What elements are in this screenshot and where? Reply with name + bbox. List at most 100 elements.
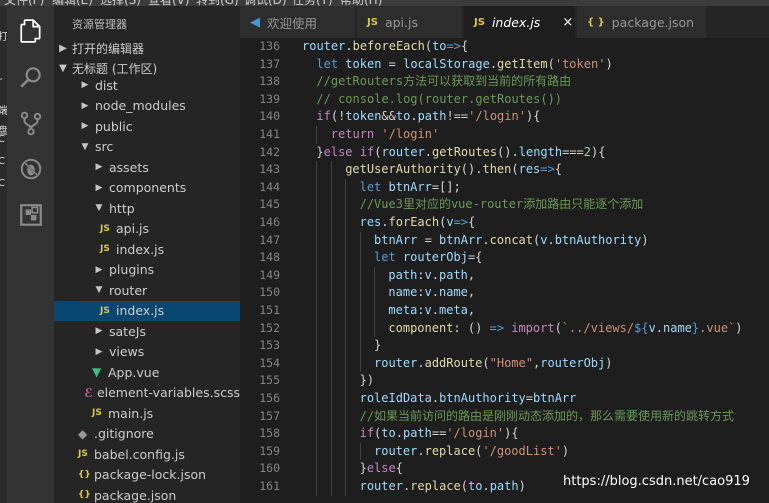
code-token: v [424,267,432,282]
indent-guide [330,284,332,302]
tab-welcome[interactable]: ◀ 欢迎使用 [240,6,356,38]
indent-guide [330,231,332,250]
code-line: router.replace('/goodList') [374,443,569,461]
indent-guide [359,302,361,320]
line-number: 136 [259,39,280,53]
line-number: 139 [259,91,280,106]
explorer-button[interactable] [7,8,54,54]
js-file-icon: JS [100,305,110,316]
tree-item-label: components [109,180,187,195]
code-token: . [655,320,663,335]
code-token: '/login' [381,127,440,141]
chevron-right-icon: ▶ [81,80,89,90]
code-token: router [374,443,418,458]
tree-file[interactable]: {} package.json [54,485,240,503]
code-token: v [648,320,656,335]
code-token: to [381,426,396,441]
indent-guide [345,478,347,496]
code-token: //getRouters方法可以获取到当前的所有路由 [316,74,572,89]
indent-guide [316,442,318,461]
code-token: btnAuthority [554,232,642,247]
code-token: localStorage [403,56,490,71]
tree-item-label: babel.config.js [94,446,185,462]
search-button[interactable] [7,54,54,100]
code-editor[interactable]: 136 router.beforeEach(to=>{137 let token =… [240,38,769,503]
json-icon: { } [587,16,605,28]
indent-guide [345,196,347,214]
code-token: , [467,267,476,282]
code-token: . [381,215,389,229]
tree-folder[interactable]: ▶ node_modules [54,96,240,116]
tree-folder[interactable]: ▶ public [54,116,240,136]
tree-file[interactable]: JS index.js [54,300,240,321]
tree-item-label: router [109,282,148,298]
activity-bar [7,6,54,503]
code-token: ( [511,162,519,177]
code-line: if(!token&&to.path!=='/login'){ [316,108,540,126]
js-file-icon: JS [92,408,102,418]
tree-file[interactable]: JS main.js [54,403,240,423]
code-token: && [381,109,396,124]
code-token: btnArr [533,391,577,405]
tree-file[interactable]: JS index.js [54,239,240,259]
workspace-label: 无标题 (工作区) [72,61,158,76]
debug-button[interactable] [7,146,54,192]
code-token: ${ [634,320,649,335]
code-token: { [554,162,562,177]
tree-file[interactable]: JS babel.config.js [54,444,240,464]
tab-package-json[interactable]: { } package.json [577,6,707,38]
tree-folder[interactable]: ▶ views [54,342,240,362]
code-token: ( [554,320,562,335]
js-icon: JS [367,16,378,28]
tree-folder[interactable]: ▼ router [54,280,240,300]
tree-folder[interactable]: ▶ sateJs [54,321,240,341]
code-line: } [374,337,381,355]
code-line: let token = localStorage.getItem('token'… [316,56,612,74]
code-token: . [424,144,433,159]
indent-guide [316,178,318,197]
code-line: getUserAuthority().then(res=>{ [345,161,562,179]
indent-guide [345,284,347,302]
close-icon[interactable]: × [562,15,573,30]
tree-item-label: plugins [109,262,155,277]
tree-folder[interactable]: ▶ components [54,178,240,198]
code-line: if(to.path=='/login'){ [360,425,519,443]
tree-folder[interactable]: ▼ http [54,198,240,218]
tree-file[interactable]: {} package-lock.json [54,465,240,485]
tree-file[interactable]: ℰelement-variables.scss [54,383,240,403]
tab-api-js[interactable]: JS api.js [357,6,463,38]
open-editors-section[interactable]: ▶ 打开的编辑器 [54,38,240,58]
js-file-icon: JS [78,449,88,459]
open-editors-label: 打开的编辑器 [72,41,145,56]
indent-guide [316,407,318,426]
indent-guide [330,407,332,426]
indent-guide [345,372,347,390]
indent-guide [316,249,318,267]
code-token: btnArr [439,232,483,247]
tab-index-js[interactable]: JS index.js × [464,6,576,38]
indent-guide [374,302,375,320]
code-token: . [417,355,425,370]
tree-folder[interactable]: ▶ plugins [54,260,240,280]
indent-guide [330,161,332,179]
indent-guide [330,302,332,320]
tab-label: package.json [611,14,695,30]
tree-folder[interactable]: ▶ dist [54,75,240,95]
code-token: getUserAuthority [345,162,461,177]
code-token: ) [518,479,526,493]
tree-file[interactable]: ▼ App.vue [54,362,240,382]
background-text: 打 [0,32,7,43]
tree-file[interactable]: ◆ .gitignore [54,424,240,444]
line-number: 141 [259,127,280,141]
tree-folder[interactable]: ▶ assets [54,157,240,177]
code-token: forEach [388,215,440,229]
code-line: }) [360,372,374,390]
indent-guide [345,302,347,320]
code-line: router.addRoute("Home",routerObj) [374,355,612,373]
scss-file-icon: ℰ [84,385,93,400]
extensions-button[interactable] [7,192,54,238]
tree-folder[interactable]: ▼ src [54,137,240,157]
tree-file[interactable]: JS api.js [54,219,240,239]
code-line: res.forEach(v=>{ [360,214,476,232]
source-control-button[interactable] [7,100,54,146]
